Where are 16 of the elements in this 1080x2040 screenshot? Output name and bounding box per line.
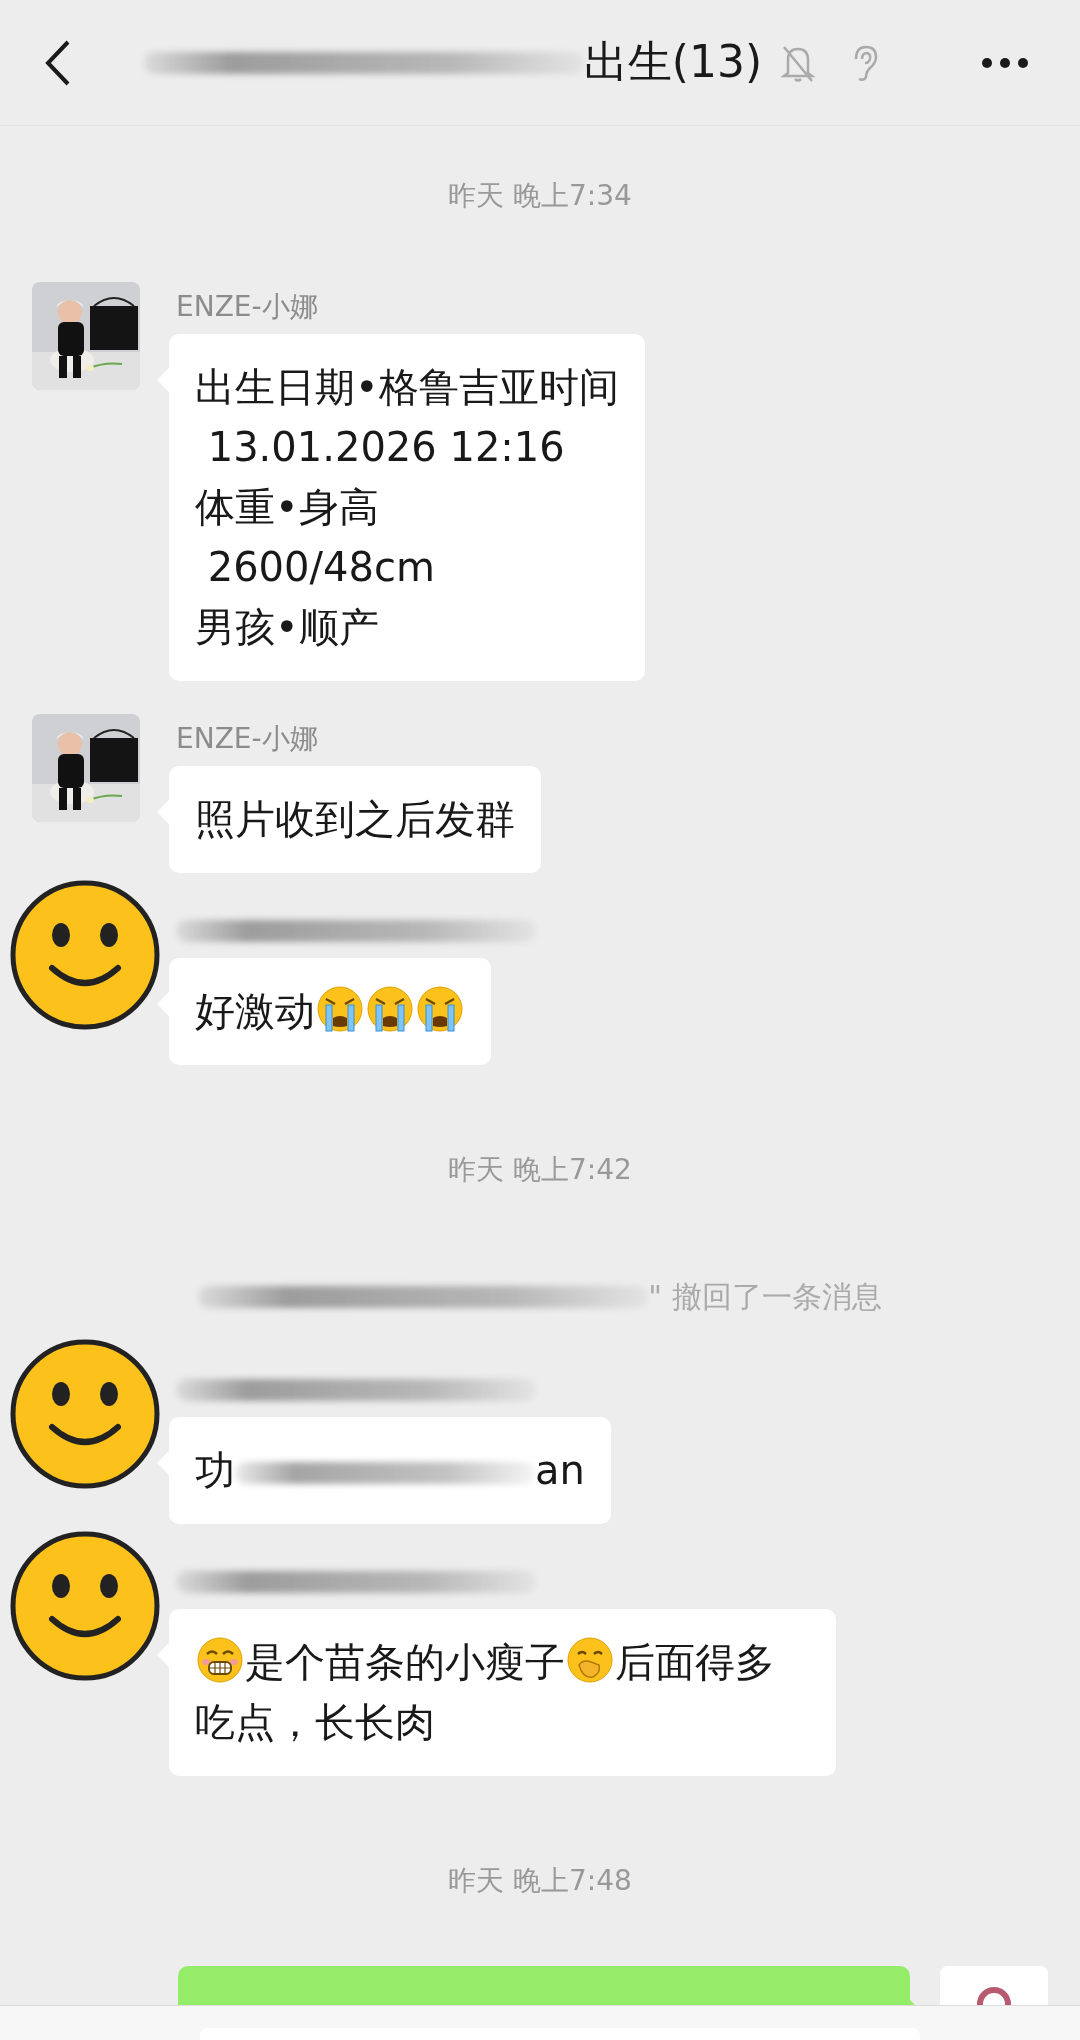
timestamp: 昨天 晚上7:48 xyxy=(448,1863,632,1899)
timestamp: 昨天 晚上7:34 xyxy=(448,178,632,214)
timestamp: 昨天 晚上7:42 xyxy=(448,1152,632,1188)
sender-name: ENZE-小娜 xyxy=(176,289,318,325)
chat-title: 出生(13) xyxy=(583,35,763,89)
recall-notice: " 撤回了一条消息 xyxy=(648,1279,882,1315)
smiley-face-icon xyxy=(10,1339,160,1489)
smiley-face-icon xyxy=(10,1531,160,1681)
crying-face-icon xyxy=(415,984,465,1034)
crying-face-icon xyxy=(315,984,365,1034)
crying-face-icon xyxy=(365,984,415,1034)
smiley-face-icon xyxy=(10,880,160,1030)
hand-over-mouth-face-icon xyxy=(565,1635,615,1685)
sender-name: ENZE-小娜 xyxy=(176,721,318,757)
more-icon[interactable] xyxy=(980,55,1030,70)
grinning-face-icon xyxy=(195,1635,245,1685)
